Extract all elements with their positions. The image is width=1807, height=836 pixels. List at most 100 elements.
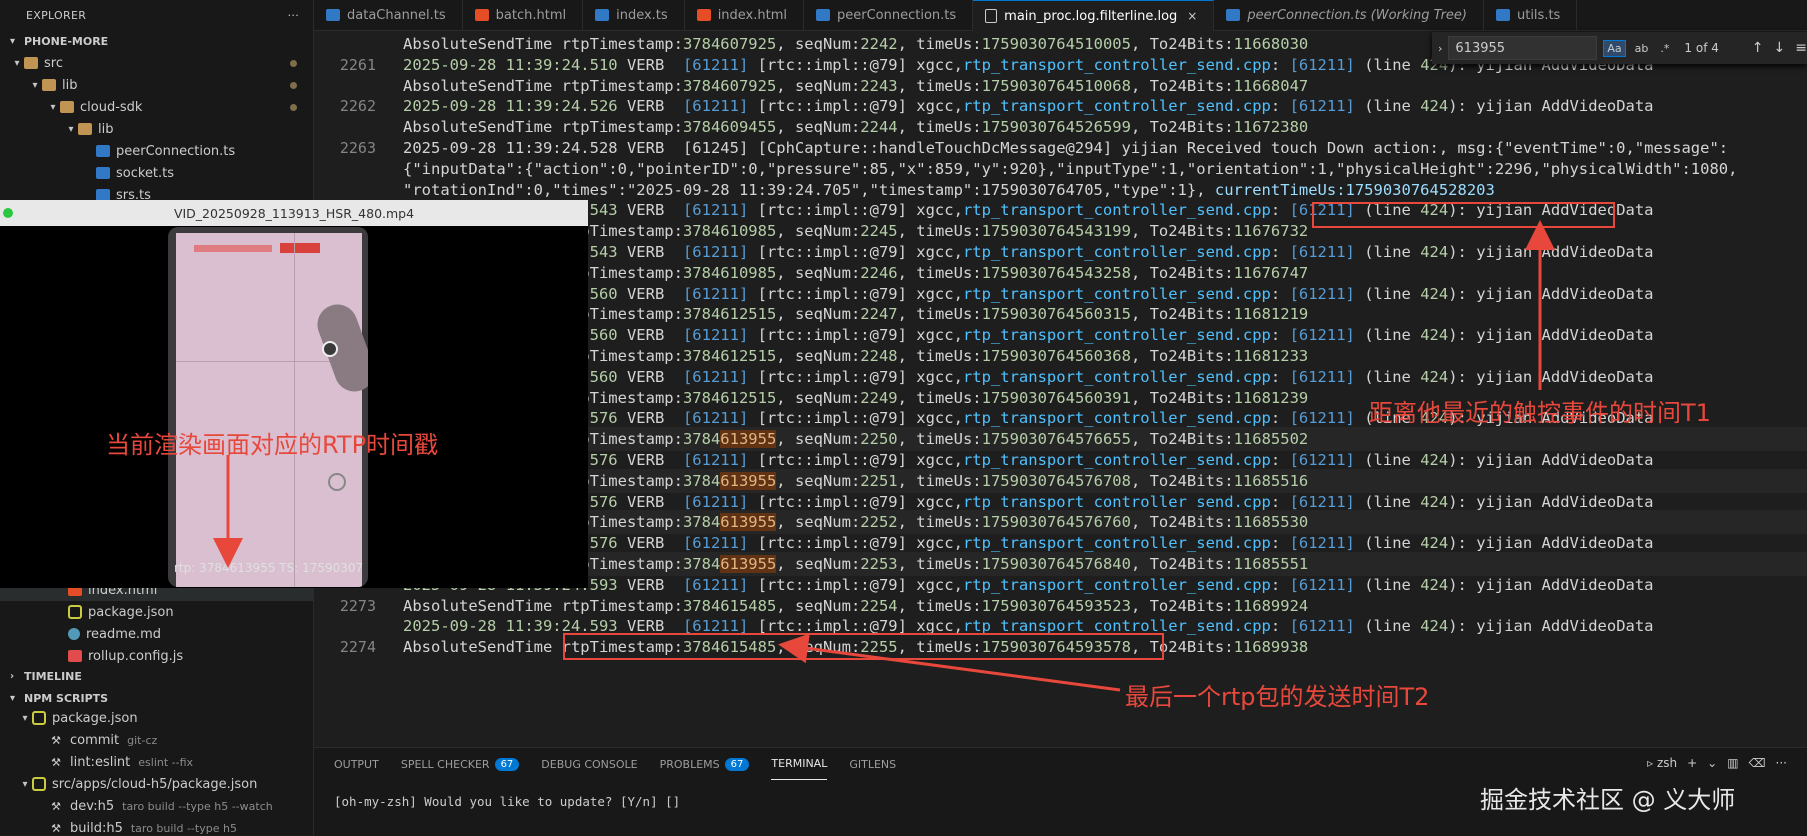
- log-token: rtp_transport_controller_send.cpp: [962, 284, 1271, 303]
- log-token: ): yijian AddVideoData: [1448, 97, 1654, 116]
- chevron-down-icon[interactable]: ⌄: [1707, 756, 1717, 770]
- log-token: ): yijian AddVideoData: [1448, 492, 1654, 511]
- log-token: 2252: [860, 513, 898, 532]
- explorer-header: EXPLORER ···: [0, 0, 313, 30]
- log-token: [61211]: [1289, 617, 1355, 636]
- npm-item-label: src/apps/cloud-h5/package.json: [52, 776, 258, 792]
- match-word-toggle[interactable]: ab: [1632, 41, 1652, 56]
- log-token: , seqNum:: [776, 263, 861, 282]
- editor-tab[interactable]: peerConnection.ts: [804, 0, 974, 30]
- file-tree: ▾ src ▾ lib ▾ cloud-sdk ▾ lib peerConnection.ts s…: [0, 52, 313, 206]
- timeline-section[interactable]: › TIMELINE: [0, 665, 82, 687]
- npm-item-label: commit: [70, 732, 120, 748]
- previous-match-icon[interactable]: ↑: [1752, 40, 1764, 56]
- editor-tab[interactable]: dataChannel.ts: [314, 0, 463, 30]
- tree-item[interactable]: rollup.config.js: [0, 645, 313, 667]
- panel-tab[interactable]: PROBLEMS 67: [660, 748, 750, 780]
- terminal-output[interactable]: [oh-my-zsh] Would you like to update? [Y…: [334, 794, 680, 809]
- log-token: , seqNum:: [776, 118, 861, 137]
- log-token: , seqNum:: [776, 347, 861, 365]
- tree-item[interactable]: package.json: [0, 601, 313, 623]
- panel-tab[interactable]: OUTPUT: [334, 748, 379, 780]
- panel-tab[interactable]: SPELL CHECKER 67: [401, 748, 520, 780]
- toggle-replace-icon[interactable]: ›: [1432, 42, 1448, 55]
- tree-item[interactable]: ▾ lib: [0, 74, 313, 96]
- touch-ring-icon: [328, 473, 346, 491]
- window-zoom-button[interactable]: [3, 208, 13, 218]
- log-token: 1759030764543199: [981, 222, 1131, 241]
- editor-tab[interactable]: utils.ts: [1484, 0, 1578, 30]
- tree-item-label: src: [44, 55, 63, 71]
- log-token: [61211]: [1289, 97, 1355, 116]
- editor-tab[interactable]: batch.html: [463, 0, 584, 30]
- panel-tab[interactable]: TERMINAL: [771, 748, 828, 780]
- panel-tab[interactable]: DEBUG CONSOLE: [541, 748, 637, 780]
- workspace-section[interactable]: ▾ PHONE-MORE: [0, 30, 313, 52]
- tree-item[interactable]: ▾ lib: [0, 118, 313, 140]
- log-token: , To24Bits:: [1130, 263, 1234, 282]
- find-input[interactable]: [1448, 36, 1598, 60]
- panel-tab[interactable]: GITLENS: [849, 748, 896, 780]
- file-icon: [96, 145, 110, 157]
- editor-tab[interactable]: main_proc.log.filterline.log ×: [973, 0, 1215, 31]
- find-in-selection-icon[interactable]: ≡: [1795, 40, 1807, 56]
- video-title-bar[interactable]: VID_20250928_113913_HSR_480.mp4: [0, 200, 588, 226]
- log-token: :: [1270, 451, 1290, 469]
- npm-package-item[interactable]: ▾ package.json: [0, 707, 313, 729]
- editor-tab[interactable]: peerConnection.ts (Working Tree): [1214, 0, 1484, 30]
- npm-script-command: eslint --fix: [138, 755, 194, 769]
- rtp-timestamp-value: 3784613955: [683, 513, 777, 532]
- tree-item-label: peerConnection.ts: [116, 143, 236, 159]
- log-token: 1759030764560391: [981, 388, 1131, 407]
- chevron-down-icon: ▾: [14, 57, 20, 69]
- folder-icon: [78, 123, 92, 135]
- more-actions-icon[interactable]: ···: [1776, 756, 1787, 770]
- terminal-shell[interactable]: ▹ zsh: [1647, 756, 1677, 770]
- log-token: 11685530: [1233, 513, 1309, 532]
- log-token: , seqNum:: [776, 471, 861, 490]
- npm-scripts-section[interactable]: ▾ NPM SCRIPTS: [0, 687, 108, 709]
- tree-item[interactable]: readme.md: [0, 623, 313, 645]
- npm-script-item[interactable]: ⚒ build:h5 taro build --type h5: [0, 817, 313, 836]
- log-token: rtp_transport_controller_send.cpp: [962, 326, 1271, 345]
- log-token: [61211]: [1289, 534, 1355, 553]
- tree-item[interactable]: ▾ src: [0, 52, 313, 74]
- npm-script-item[interactable]: ⚒ lint:eslint eslint --fix: [0, 751, 313, 773]
- trash-icon[interactable]: ⌫: [1749, 756, 1766, 770]
- file-icon: [696, 9, 711, 21]
- log-token: [61211]: [682, 409, 749, 428]
- editor-tab[interactable]: index.ts: [583, 0, 685, 30]
- new-terminal-icon[interactable]: +: [1687, 756, 1697, 770]
- search-match: 613955: [720, 555, 777, 573]
- log-token: 1759030764510005: [981, 35, 1131, 53]
- next-match-icon[interactable]: ↓: [1774, 40, 1786, 56]
- log-token: 2251: [860, 471, 898, 490]
- more-actions-icon[interactable]: ···: [288, 9, 299, 22]
- log-token: 1759030764560315: [981, 305, 1131, 324]
- tree-item[interactable]: socket.ts: [0, 162, 313, 184]
- folder-icon: [42, 79, 56, 91]
- tree-item[interactable]: ▾ cloud-sdk: [0, 96, 313, 118]
- close-icon[interactable]: ×: [1187, 9, 1197, 23]
- rtp-timestamp-value: 3784610985: [683, 264, 776, 282]
- file-icon: [1495, 9, 1510, 21]
- split-terminal-icon[interactable]: ▥: [1727, 756, 1738, 770]
- log-token: 2242: [860, 35, 898, 53]
- regex-toggle[interactable]: .*: [1657, 41, 1672, 56]
- log-token: , timeUs:: [897, 35, 982, 53]
- match-case-toggle[interactable]: Aa: [1603, 39, 1626, 57]
- npm-package-item[interactable]: ▾ src/apps/cloud-h5/package.json: [0, 773, 313, 795]
- log-token: [rtc::impl::@79] xgcc,: [748, 534, 963, 553]
- npm-script-item[interactable]: ⚒ commit git-cz: [0, 729, 313, 751]
- rtp-timestamp-value: 3784613955: [683, 430, 777, 449]
- log-token: , To24Bits:: [1130, 305, 1234, 324]
- log-token: , timeUs:: [897, 471, 982, 490]
- tab-label: peerConnection.ts: [837, 7, 957, 23]
- editor-tab[interactable]: index.html: [685, 0, 804, 30]
- modified-dot: [290, 59, 297, 67]
- wrench-icon: ⚒: [51, 733, 61, 747]
- rtp-timestamp-value: 3784612515: [683, 347, 776, 365]
- tree-item[interactable]: peerConnection.ts: [0, 140, 313, 162]
- log-token: rtp_transport_controller_send.cpp: [962, 409, 1271, 428]
- npm-script-item[interactable]: ⚒ dev:h5 taro build --type h5 --watch: [0, 795, 313, 817]
